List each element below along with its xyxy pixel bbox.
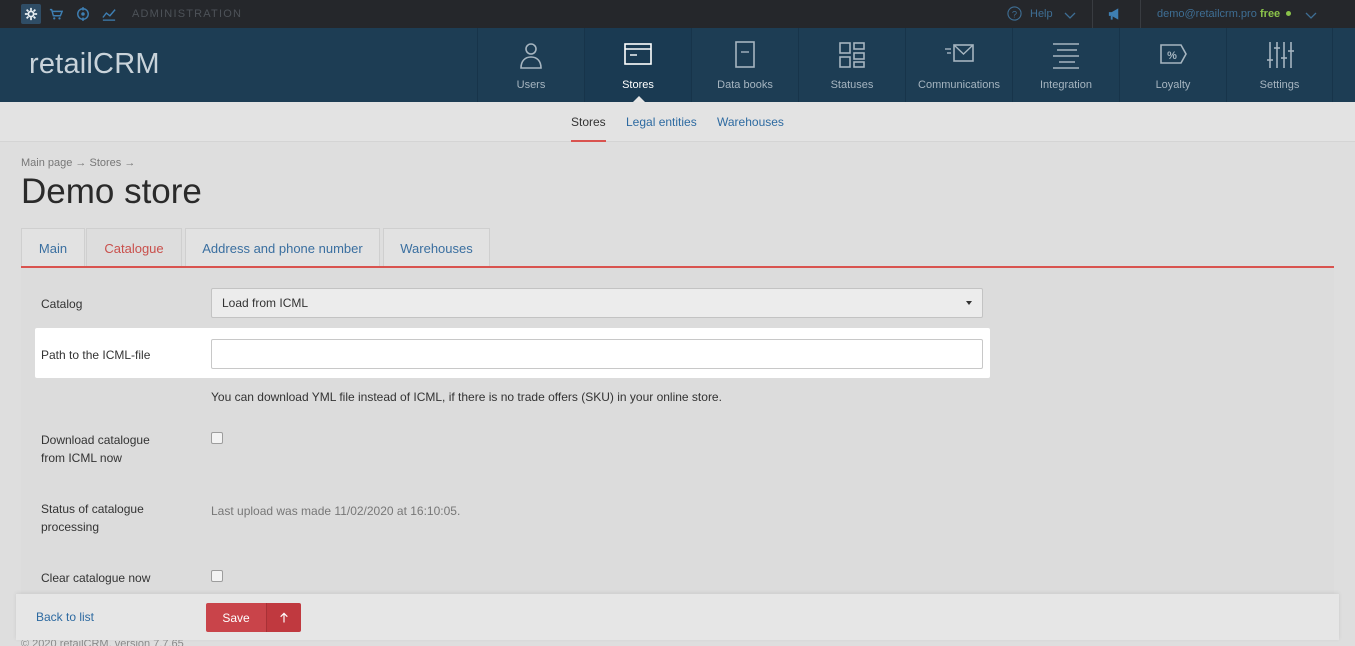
download-label-line: from ICML now: [41, 451, 122, 465]
main-navigation: retailCRM Users Stores Data books Status…: [0, 28, 1355, 103]
icml-path-input[interactable]: [211, 339, 983, 369]
analytics-chart-icon[interactable]: [102, 7, 116, 21]
subnav-warehouses[interactable]: Warehouses: [717, 115, 784, 129]
download-now-checkbox[interactable]: [211, 432, 223, 444]
logo-text: retailCRM: [29, 48, 160, 80]
catalog-select[interactable]: Load from ICML: [211, 288, 983, 318]
subnav-legal-entities[interactable]: Legal entities: [626, 115, 697, 129]
svg-text:%: %: [1167, 50, 1177, 62]
tab-catalogue[interactable]: Catalogue: [86, 228, 182, 267]
arrow-up-icon: [280, 612, 288, 623]
chevron-down-icon[interactable]: [1064, 8, 1076, 20]
nav-label: Integration: [1040, 79, 1092, 91]
nav-item-statuses[interactable]: Statuses: [798, 28, 905, 102]
tab-address-phone[interactable]: Address and phone number: [185, 228, 380, 267]
status-label-line: processing: [41, 520, 100, 534]
subnav-stores[interactable]: Stores: [571, 115, 606, 129]
catalog-label: Catalog: [41, 297, 83, 311]
integration-lines-icon: [1053, 43, 1079, 69]
breadcrumb[interactable]: Main page → Stores →: [21, 157, 135, 169]
percent-tag-icon: %: [1160, 44, 1187, 64]
bottom-action-bar: Back to list Save: [16, 594, 1339, 640]
clear-label: Clear catalogue now: [41, 571, 151, 585]
svg-text:?: ?: [1012, 9, 1017, 19]
status-label-line: Status of catalogue: [41, 502, 144, 516]
tab-main[interactable]: Main: [21, 228, 85, 267]
sub-navigation: Stores Legal entities Warehouses: [0, 102, 1355, 142]
retailcrm-logo[interactable]: retailCRM: [29, 48, 160, 84]
online-status-dot: [1286, 11, 1291, 16]
book-icon: [735, 41, 755, 68]
nav-item-stores[interactable]: Stores: [584, 28, 691, 103]
divider: [1092, 0, 1093, 28]
caret-down-icon: [966, 301, 972, 305]
tab-warehouses[interactable]: Warehouses: [383, 228, 490, 267]
store-window-icon: [624, 43, 652, 65]
admin-title: ADMINISTRATION: [132, 8, 243, 20]
last-upload-status: Last upload was made 11/02/2020 at 16:10…: [211, 504, 461, 518]
help-icon[interactable]: ?: [1007, 6, 1022, 21]
yml-hint: You can download YML file instead of ICM…: [211, 390, 722, 404]
admin-bar: ADMINISTRATION ? Help demo@retailcrm.pro…: [0, 0, 1355, 28]
page-title: Demo store: [21, 172, 202, 211]
target-icon[interactable]: [76, 7, 90, 21]
plan-badge: free: [1260, 8, 1281, 20]
envelope-icon: [945, 44, 974, 62]
nav-item-loyalty[interactable]: % Loyalty: [1119, 28, 1226, 102]
nav-item-integration[interactable]: Integration: [1012, 28, 1119, 102]
path-label: Path to the ICML-file: [41, 348, 151, 362]
gear-icon[interactable]: [21, 4, 41, 24]
statuses-grid-icon: [839, 42, 865, 68]
catalog-select-value: Load from ICML: [222, 296, 309, 310]
user-email-link[interactable]: demo@retailcrm.pro: [1157, 8, 1257, 20]
back-to-list-link[interactable]: Back to list: [36, 610, 94, 624]
nav-item-data-books[interactable]: Data books: [691, 28, 798, 102]
download-label: Download catalogue from ICML now: [41, 431, 150, 467]
nav-label: Communications: [918, 79, 1000, 91]
save-and-close-button[interactable]: [266, 603, 301, 632]
nav-item-communications[interactable]: Communications: [905, 28, 1012, 102]
sliders-icon: [1267, 42, 1294, 68]
divider: [1140, 0, 1141, 28]
nav-label: Users: [516, 79, 546, 91]
nav-label: Stores: [622, 79, 654, 91]
save-button[interactable]: Save: [206, 603, 266, 632]
cart-icon[interactable]: [49, 7, 63, 21]
chevron-down-icon[interactable]: [1305, 8, 1317, 20]
nav-item-settings[interactable]: Settings: [1226, 28, 1333, 102]
clear-now-checkbox[interactable]: [211, 570, 223, 582]
megaphone-icon[interactable]: [1107, 7, 1122, 21]
nav-label: Settings: [1259, 79, 1300, 91]
nav-item-users[interactable]: Users: [477, 28, 584, 102]
nav-label: Data books: [717, 79, 773, 91]
nav-label: Statuses: [830, 79, 874, 91]
user-icon: [520, 43, 542, 69]
help-link[interactable]: Help: [1030, 8, 1053, 20]
status-label: Status of catalogue processing: [41, 500, 144, 536]
nav-label: Loyalty: [1155, 79, 1191, 91]
download-label-line: Download catalogue: [41, 433, 150, 447]
